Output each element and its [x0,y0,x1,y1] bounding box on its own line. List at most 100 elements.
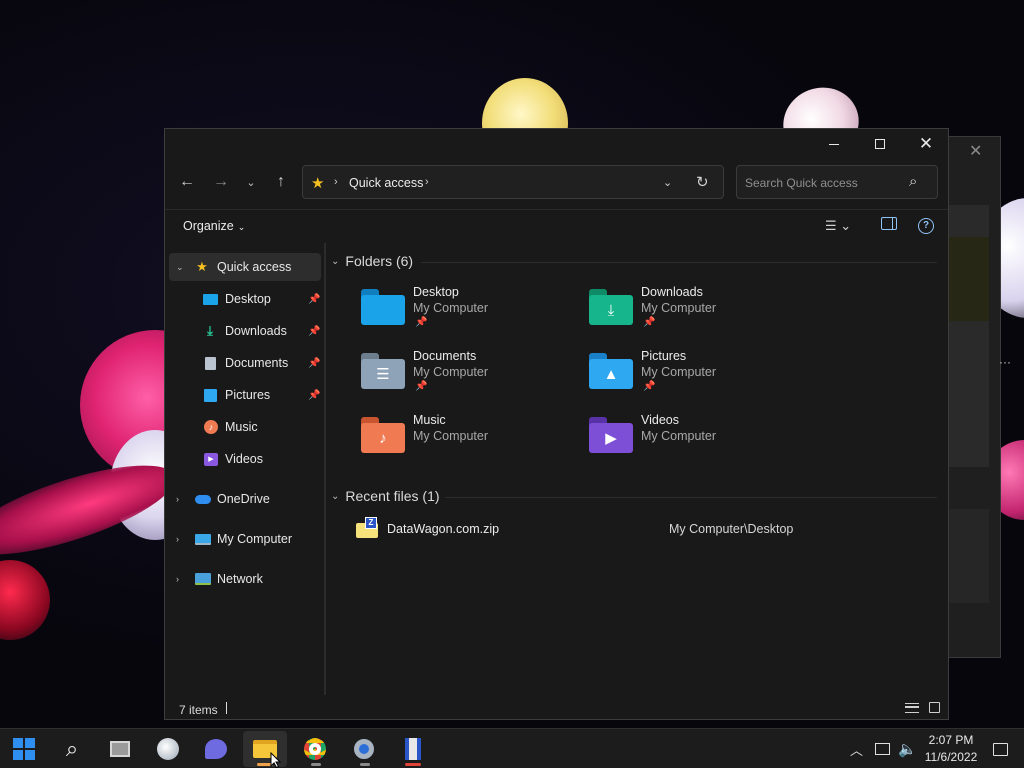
widgets-button[interactable] [146,731,190,767]
details-view-button[interactable] [905,703,919,713]
more-icon[interactable]: ··· [999,355,1011,369]
start-button[interactable] [2,731,46,767]
notification-icon [993,742,1008,756]
zip-file-icon: Z [355,517,378,539]
nav-item-desktop[interactable]: Desktop 📌 [169,285,321,313]
pin-icon: 📌 [308,325,321,337]
up-button[interactable]: ↑ [267,169,295,195]
recent-locations-button[interactable]: ⌄ [237,169,265,195]
archiver-button[interactable] [391,731,435,767]
chevron-up-icon: ︿ [850,742,864,758]
address-bar[interactable]: ★ › Quick access › ⌄ ↻ [302,165,724,199]
close-icon: ✕ [918,134,934,153]
nav-item-onedrive[interactable]: › OneDrive [169,485,321,513]
show-hidden-icons-button[interactable]: ︿ [850,729,863,768]
chevron-right-icon[interactable]: › [176,574,188,584]
preview-pane-button[interactable] [881,217,897,230]
close-icon[interactable]: ✕ [969,141,982,161]
nav-item-videos[interactable]: ▶ Videos [169,445,321,473]
nav-item-pictures[interactable]: Pictures 📌 [169,381,321,409]
minimize-button[interactable] [811,129,857,159]
settings-button[interactable] [342,731,386,767]
nav-item-my-computer[interactable]: › My Computer [169,525,321,553]
folders-group-header[interactable]: ⌄ Folders (6) [331,253,413,269]
pin-icon: 📌 [643,317,656,328]
chevron-down-icon[interactable]: ⌄ [331,256,339,267]
chevron-down-icon[interactable]: ⌄ [331,491,339,502]
chat-button[interactable] [194,731,238,767]
breadcrumb-quick-access[interactable]: Quick access [349,176,423,190]
pin-icon: 📌 [643,381,656,392]
file-location: My Computer\Desktop [669,522,794,536]
background-window[interactable]: ✕ ··· [948,136,1011,658]
clock[interactable]: 2:07 PM 11/6/2022 [922,732,980,766]
details-view-icon [905,706,919,708]
running-indicator [360,763,370,766]
clock-time: 2:07 PM [928,733,974,747]
title-bar[interactable]: ✕ [165,129,948,159]
folder-tile-documents[interactable]: ☰ Documents My Computer 📌 [361,349,581,407]
change-view-button[interactable]: ☰ ⌄ [825,218,851,234]
search-icon[interactable]: ⌕ [909,173,917,190]
close-button[interactable]: ✕ [903,129,949,159]
folder-tile-videos[interactable]: ▶ Videos My Computer [589,413,809,471]
videos-icon: ▶ [204,452,218,466]
nav-label: Videos [225,452,263,466]
nav-item-quick-access[interactable]: ⌄ ★ Quick access [169,253,321,281]
volume-button[interactable]: 🔈 [898,729,917,768]
folder-name: Downloads [641,285,703,299]
folder-location: My Computer [413,301,489,315]
forward-button[interactable]: → [207,169,235,195]
organize-label: Organize [183,219,234,233]
chevron-down-icon[interactable]: ⌄ [176,262,188,273]
pin-icon: 📌 [308,293,321,305]
back-button[interactable]: ← [173,169,201,195]
folder-name: Documents [413,349,477,363]
folder-tile-desktop[interactable]: Desktop My Computer 📌 [361,285,581,343]
task-view-button[interactable] [98,731,142,767]
taskbar: ⌕ ︿ 🔈 2:07 PM 11/6/2022 [0,728,1024,768]
recent-file-row[interactable]: Z DataWagon.com.zip My Computer\Desktop [355,517,915,543]
search-button[interactable]: ⌕ [50,731,94,767]
chevron-right-icon[interactable]: › [425,176,429,188]
nav-label: Documents [225,356,289,370]
tiles-view-button[interactable] [929,702,940,713]
folder-documents-icon: ☰ [361,353,405,389]
folder-music-icon: ♪ [361,417,405,453]
nav-item-music[interactable]: ♪ Music [169,413,321,441]
help-button[interactable]: ? [918,218,934,234]
refresh-icon[interactable]: ↻ [696,173,709,191]
file-explorer-window: ✕ ← → ⌄ ↑ ★ › Quick access › ⌄ ↻ Search … [164,128,949,720]
search-placeholder: Search Quick access [745,176,858,190]
chevron-right-icon[interactable]: › [334,176,338,188]
chevron-right-icon[interactable]: › [176,534,188,544]
nav-label: Desktop [225,292,271,306]
network-status[interactable] [875,729,890,768]
recent-files-group-header[interactable]: ⌄ Recent files (1) [331,488,440,504]
pin-icon: 📌 [308,389,321,401]
chevron-down-icon: ⌄ [237,222,246,232]
nav-label: My Computer [217,532,293,546]
maximize-button[interactable] [857,129,903,159]
folder-tile-pictures[interactable]: ▲ Pictures My Computer 📌 [589,349,809,407]
star-icon: ★ [311,175,325,192]
folder-pictures-icon: ▲ [589,353,633,389]
chrome-button[interactable] [293,731,337,767]
network-icon [875,743,890,755]
pane-divider[interactable] [324,243,326,695]
search-input[interactable]: Search Quick access ⌕ [736,165,938,199]
folder-tile-music[interactable]: ♪ Music My Computer [361,413,581,471]
folder-desktop-icon [361,289,405,325]
folder-location: My Computer [641,301,717,315]
nav-item-documents[interactable]: Documents 📌 [169,349,321,377]
search-icon: ⌕ [65,736,79,761]
organize-button[interactable]: Organize ⌄ [183,219,245,233]
address-history-dropdown[interactable]: ⌄ [663,176,672,189]
notifications-button[interactable] [993,729,1008,768]
folder-tile-downloads[interactable]: ⤓ Downloads My Computer 📌 [589,285,809,343]
group-divider [421,262,937,263]
minimize-icon [829,143,839,145]
chevron-right-icon[interactable]: › [176,494,188,504]
nav-item-downloads[interactable]: ⤓ Downloads 📌 [169,317,321,345]
nav-item-network[interactable]: › Network [169,565,321,593]
